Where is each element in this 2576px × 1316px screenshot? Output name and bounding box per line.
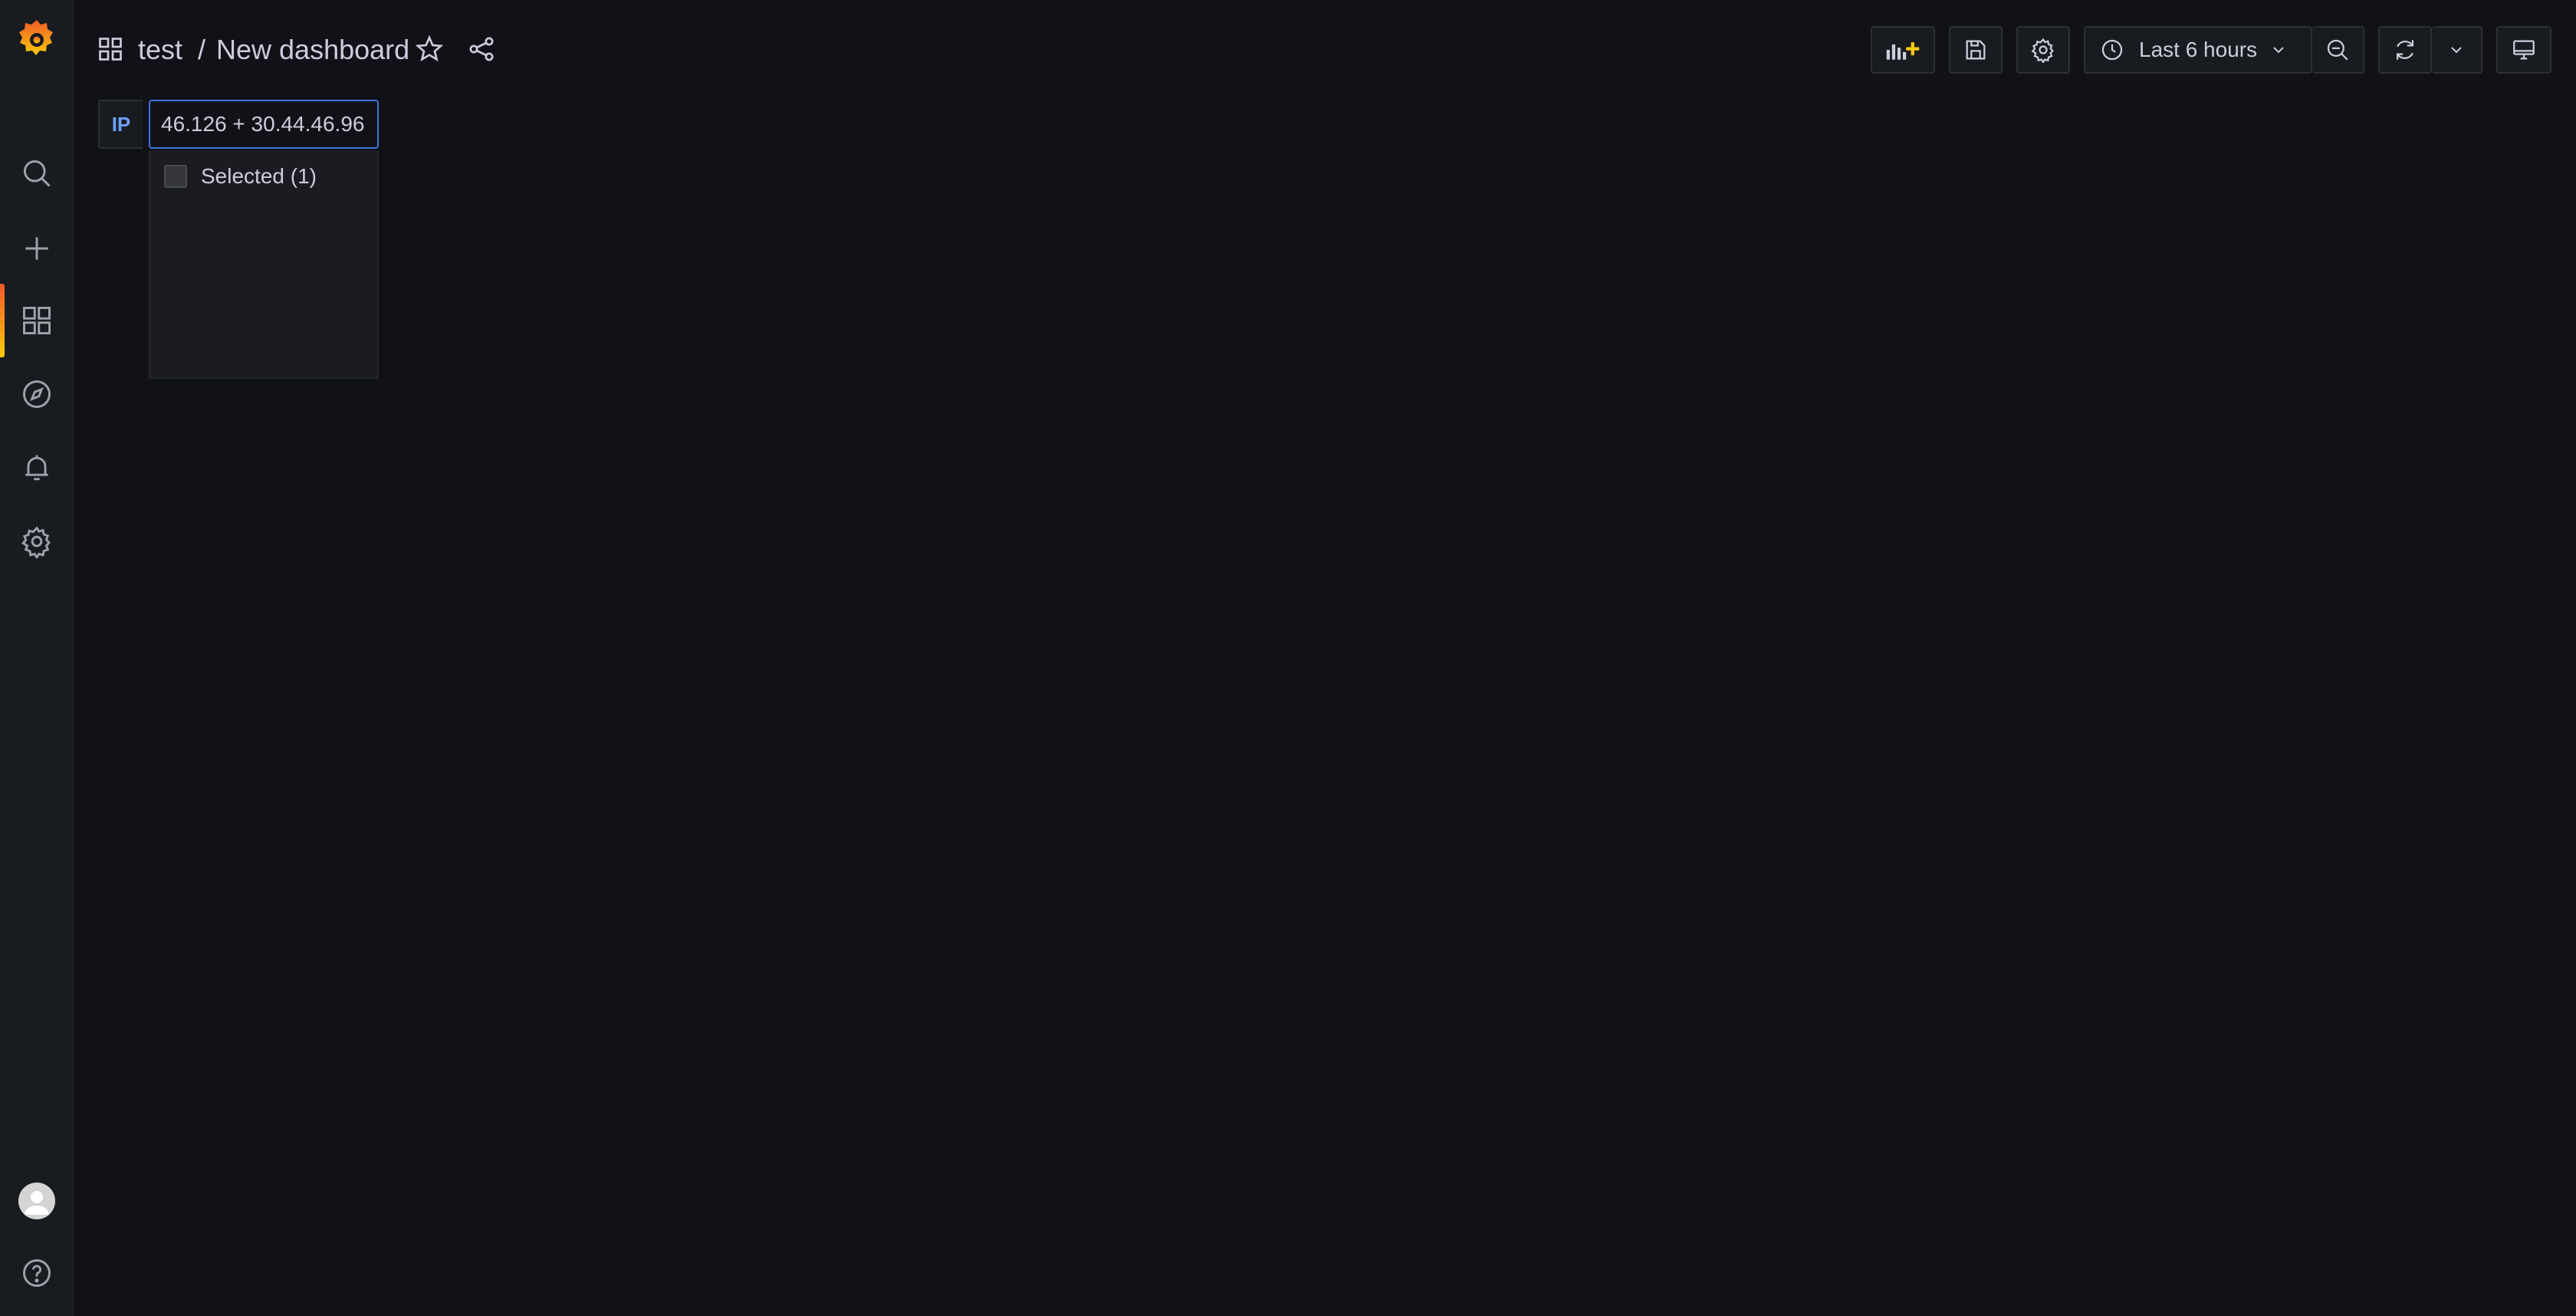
chevron-down-icon <box>2451 47 2462 54</box>
explore-icon[interactable] <box>0 364 74 425</box>
dashboard-grid-icon <box>99 38 122 61</box>
monitor-icon <box>2513 40 2535 60</box>
variable-options-dropdown: Selected (1) <box>149 150 379 379</box>
time-range-label: Last 6 hours <box>2139 38 2258 61</box>
variable-value-input[interactable] <box>149 100 379 149</box>
share-icon[interactable] <box>466 34 497 64</box>
page-title[interactable]: New dashboard <box>216 31 409 69</box>
zoom-out-button[interactable] <box>2312 26 2364 74</box>
variable-label[interactable]: IP <box>98 100 143 149</box>
save-dashboard-button[interactable] <box>1949 26 2003 74</box>
chevron-down-icon <box>2273 47 2284 54</box>
side-menu <box>0 0 74 1316</box>
time-range-picker[interactable]: Last 6 hours <box>2084 26 2312 74</box>
breadcrumb-separator: / <box>198 34 206 65</box>
selected-count-label: Selected (1) <box>201 164 317 188</box>
help-icon[interactable] <box>0 1242 74 1304</box>
refresh-icon <box>2396 40 2414 60</box>
zoom-out-icon <box>2327 39 2348 61</box>
add-panel-button[interactable] <box>1871 26 1935 74</box>
search-icon[interactable] <box>0 143 74 204</box>
plus-icon[interactable] <box>0 218 74 279</box>
refresh-button[interactable] <box>2378 26 2432 74</box>
select-all-option[interactable]: Selected (1) <box>164 164 317 189</box>
breadcrumb-folder[interactable]: test <box>138 31 182 69</box>
gear-icon[interactable] <box>0 511 74 572</box>
dashboard-settings-button[interactable] <box>2016 26 2070 74</box>
star-icon[interactable] <box>414 34 445 64</box>
refresh-interval-picker[interactable] <box>2432 26 2482 74</box>
add-panel-icon <box>1886 42 1920 60</box>
checkbox[interactable] <box>164 165 187 188</box>
avatar[interactable] <box>18 1183 55 1219</box>
alerting-icon[interactable] <box>0 437 74 498</box>
tv-mode-button[interactable] <box>2496 26 2551 74</box>
grafana-logo-icon[interactable] <box>17 17 57 60</box>
clock-icon <box>2101 39 2123 61</box>
save-icon <box>1966 40 1986 60</box>
dashboards-icon[interactable] <box>0 290 74 351</box>
gear-icon <box>2031 38 2054 63</box>
